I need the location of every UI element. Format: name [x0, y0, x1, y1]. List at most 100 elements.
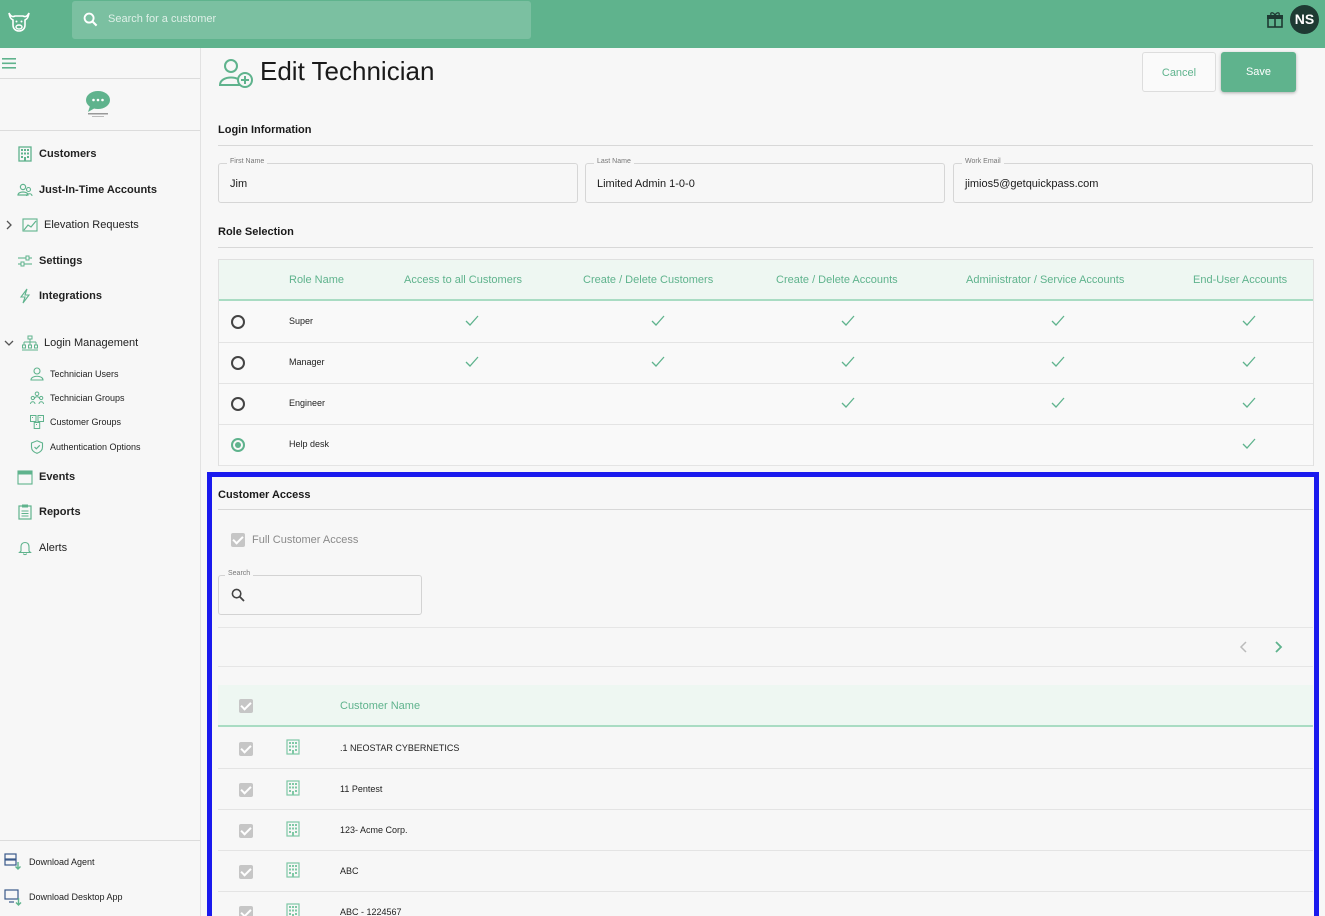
table-row[interactable]: ABC: [218, 851, 1313, 892]
customer-access-section: Customer Access Full Customer Access Sea…: [207, 472, 1319, 916]
building-icon: [286, 862, 300, 878]
sidebar-item-label: Customers: [39, 148, 97, 160]
last-name-field[interactable]: Last Name Limited Admin 1-0-0: [585, 158, 945, 203]
row-checkbox[interactable]: [239, 865, 253, 879]
previous-page-icon[interactable]: [1237, 640, 1251, 654]
customer-access-heading: Customer Access: [218, 489, 311, 501]
radio-button[interactable]: [231, 397, 245, 411]
column-header: Access to all Customers: [404, 274, 522, 286]
role-table: Role Name Access to all Customers Create…: [218, 259, 1314, 466]
full-customer-access-label: Full Customer Access: [252, 534, 359, 546]
sidebar-item-integrations[interactable]: Integrations: [17, 285, 102, 307]
row-checkbox[interactable]: [239, 906, 253, 916]
row-checkbox[interactable]: [239, 824, 253, 838]
sidebar-subitem-technician-users[interactable]: Technician Users: [30, 365, 119, 383]
sidebar-item-events[interactable]: Events: [17, 466, 75, 488]
sidebar-subitem-customer-groups[interactable]: Customer Groups: [30, 413, 121, 431]
table-row[interactable]: 11 Pentest: [218, 769, 1313, 810]
work-email-field[interactable]: Work Email jimios5@getquickpass.com: [953, 158, 1313, 203]
users-group-icon: [30, 391, 44, 405]
checkmark-icon: [1051, 356, 1065, 367]
sidebar-divider: [0, 78, 200, 79]
checkmark-icon: [651, 315, 665, 326]
role-row[interactable]: Help desk: [219, 425, 1313, 466]
building-icon: [286, 739, 300, 755]
role-row[interactable]: Manager: [219, 343, 1313, 384]
sidebar-item-label: Alerts: [39, 542, 68, 554]
sidebar-item-customers[interactable]: Customers: [17, 143, 96, 165]
sidebar: Customers Just-In-Time Accounts Elevatio…: [0, 48, 201, 916]
checkmark-icon: [841, 315, 855, 326]
cancel-button[interactable]: Cancel: [1142, 52, 1216, 92]
hamburger-menu-icon[interactable]: [2, 58, 16, 69]
radio-button[interactable]: [231, 315, 245, 329]
building-icon: [286, 903, 300, 916]
checkmark-icon: [1051, 315, 1065, 326]
building-icon: [286, 780, 300, 796]
table-row[interactable]: 123- Acme Corp.: [218, 810, 1313, 851]
search-icon: [231, 588, 245, 602]
sidebar-item-label: Events: [39, 471, 76, 483]
column-header: Administrator / Service Accounts: [966, 274, 1125, 286]
table-row[interactable]: .1 NEOSTAR CYBERNETICS: [218, 728, 1313, 769]
last-name-value: Limited Admin 1-0-0: [597, 178, 695, 190]
customer-search-input[interactable]: Search for a customer: [72, 1, 531, 39]
download-agent-label: Download Agent: [29, 857, 95, 867]
column-header: End-User Accounts: [1193, 274, 1288, 286]
checkmark-icon: [1242, 438, 1256, 449]
sidebar-item-label: Integrations: [39, 290, 102, 302]
bull-logo-icon[interactable]: [6, 8, 32, 34]
main-content: Edit Technician Cancel Save Login Inform…: [201, 48, 1325, 916]
row-checkbox[interactable]: [239, 742, 253, 756]
sliders-icon: [18, 255, 32, 267]
sidebar-item-just-in-time-accounts[interactable]: Just-In-Time Accounts: [17, 179, 157, 201]
gift-icon[interactable]: [1266, 11, 1284, 29]
first-name-label: First Name: [227, 158, 268, 165]
download-desktop-app-link[interactable]: Download Desktop App: [4, 887, 123, 907]
customer-name: ABC: [340, 866, 359, 876]
sidebar-subitem-authentication-options[interactable]: Authentication Options: [30, 438, 141, 456]
customer-search-field[interactable]: Search: [218, 570, 422, 615]
next-page-icon[interactable]: [1271, 640, 1285, 654]
full-customer-access-checkbox[interactable]: Full Customer Access: [231, 533, 358, 547]
radio-button[interactable]: [231, 356, 245, 370]
section-divider: [218, 145, 1313, 146]
role-row[interactable]: Engineer: [219, 384, 1313, 425]
clipboard-icon: [18, 504, 32, 520]
sidebar-item-settings[interactable]: Settings: [17, 250, 82, 272]
first-name-field[interactable]: First Name Jim: [218, 158, 578, 203]
user-icon: [30, 367, 44, 381]
chart-icon: [22, 218, 38, 232]
quickpass-brand-logo: [86, 91, 110, 117]
sidebar-divider: [0, 840, 200, 841]
role-row[interactable]: Super: [219, 302, 1313, 343]
buildings-icon: [30, 415, 44, 429]
save-button[interactable]: Save: [1221, 52, 1296, 92]
last-name-label: Last Name: [594, 158, 634, 165]
sidebar-item-alerts[interactable]: Alerts: [17, 537, 67, 559]
sidebar-subitem-label: Authentication Options: [50, 442, 141, 452]
sidebar-item-reports[interactable]: Reports: [17, 501, 81, 523]
sidebar-item-login-management[interactable]: Login Management: [4, 332, 138, 354]
first-name-value: Jim: [230, 178, 248, 190]
customer-table: Customer Name .1 NEOSTAR CYBERNETICS 11 P…: [218, 685, 1313, 916]
monitor-download-icon: [4, 889, 22, 906]
sidebar-item-elevation-requests[interactable]: Elevation Requests: [4, 214, 139, 236]
sidebar-subitem-technician-groups[interactable]: Technician Groups: [30, 389, 125, 407]
user-avatar[interactable]: NS: [1290, 5, 1319, 34]
checkmark-icon: [651, 356, 665, 367]
role-name: Help desk: [289, 439, 330, 449]
table-row[interactable]: ABC - 1224567: [218, 892, 1313, 916]
radio-button-selected[interactable]: [231, 438, 245, 452]
sidebar-item-label: Login Management: [44, 337, 139, 349]
row-checkbox[interactable]: [239, 783, 253, 797]
top-bar: Search for a customer NS: [0, 0, 1325, 48]
customer-name-column-header[interactable]: Customer Name: [340, 700, 420, 712]
role-name: Super: [289, 316, 314, 326]
select-all-checkbox[interactable]: [239, 699, 253, 713]
customer-name: 11 Pentest: [340, 784, 383, 794]
bell-icon: [18, 541, 32, 556]
shield-icon: [30, 440, 44, 454]
chevron-right-icon: [6, 220, 12, 230]
download-agent-link[interactable]: Download Agent: [4, 852, 95, 872]
